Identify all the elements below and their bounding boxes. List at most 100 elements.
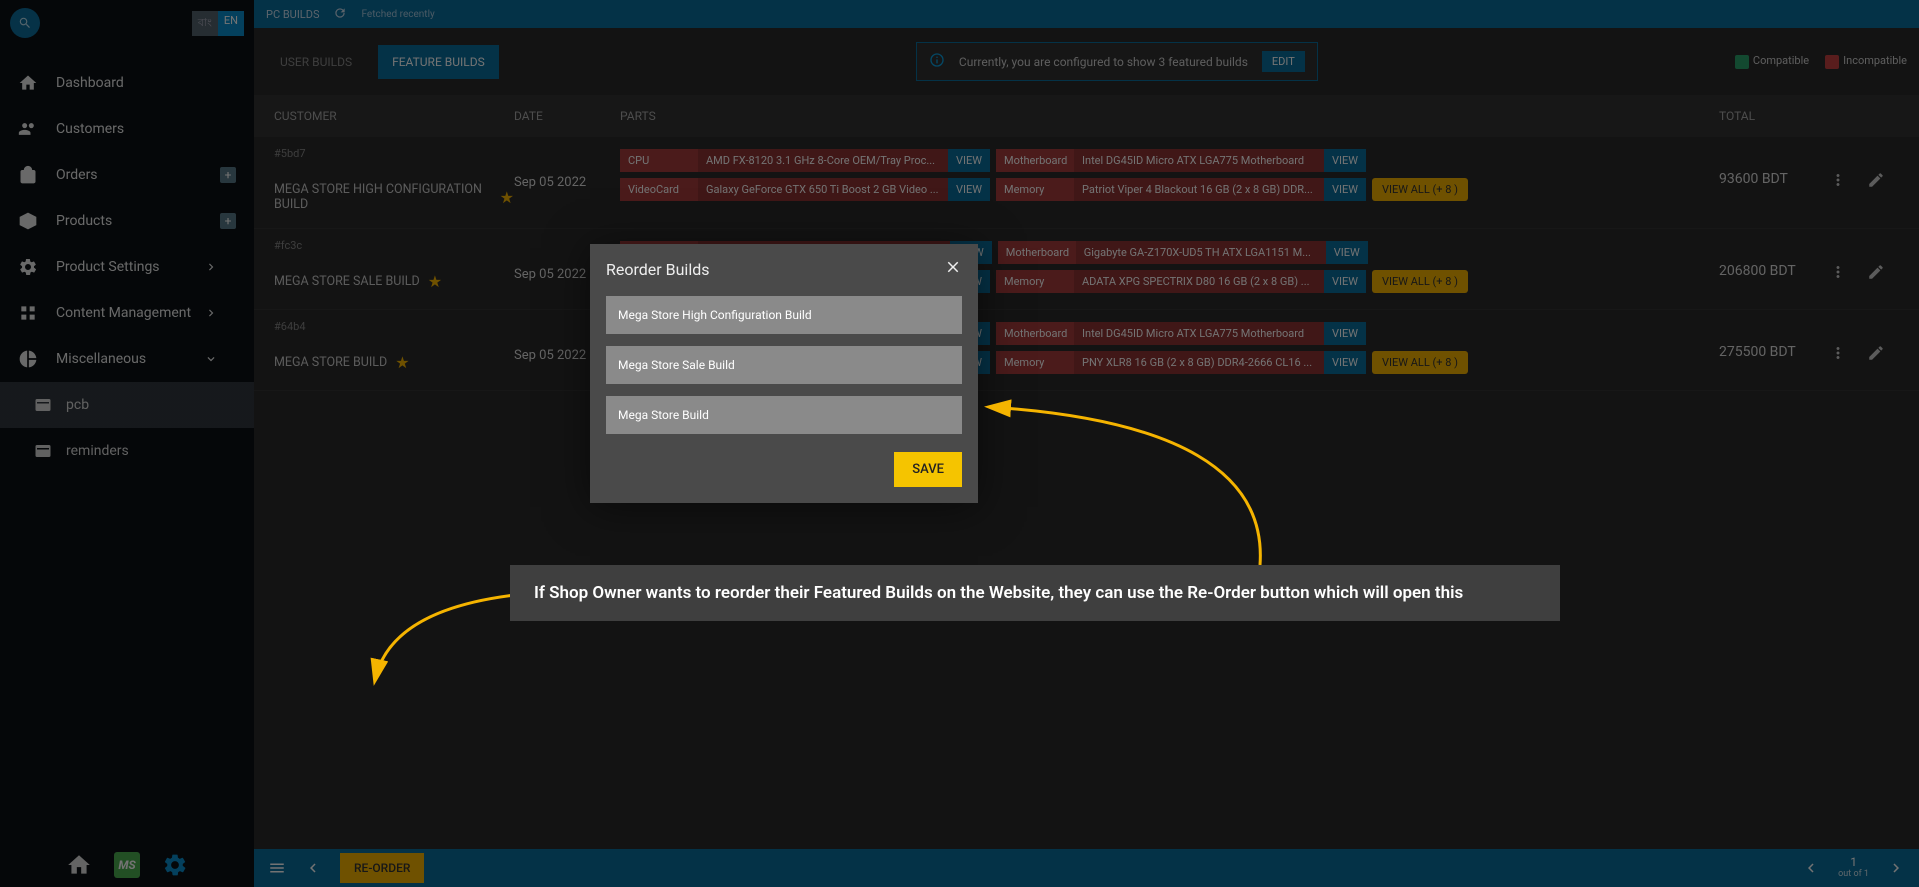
page-title: PC BUILDS: [266, 8, 319, 21]
nav-customers[interactable]: Customers: [0, 106, 254, 152]
reorder-item[interactable]: Mega Store High Configuration Build: [606, 296, 962, 334]
part-view-button[interactable]: VIEW: [1324, 322, 1366, 345]
add-product-icon[interactable]: +: [220, 213, 236, 229]
page-prev-icon[interactable]: [1802, 859, 1820, 877]
build-total: 93600 BDT: [1719, 147, 1829, 187]
nav-orders[interactable]: Orders +: [0, 152, 254, 198]
table-row: #5bd7 MEGA STORE HIGH CONFIGURATION BUIL…: [254, 137, 1919, 229]
view-all-button[interactable]: VIEW ALL (+ 8 ): [1372, 178, 1468, 201]
card-icon: [34, 396, 52, 414]
part-pill: Memory PNY XLR8 16 GB (2 x 8 GB) DDR4-26…: [996, 351, 1366, 374]
nav-dashboard[interactable]: Dashboard: [0, 60, 254, 106]
bottom-bar: RE-ORDER 1 out of 1: [254, 849, 1919, 887]
sidebar: বাং EN Dashboard Customers Orders + Prod…: [0, 0, 254, 887]
edit-icon[interactable]: [1867, 171, 1885, 189]
table-header: CUSTOMER DATE PARTS TOTAL: [254, 95, 1919, 137]
part-view-button[interactable]: VIEW: [1324, 351, 1366, 374]
chevron-right-icon: [204, 306, 218, 320]
page-indicator: 1 out of 1: [1838, 856, 1869, 879]
subnav-label: reminders: [66, 443, 129, 459]
more-icon[interactable]: [1829, 263, 1847, 281]
modal-close-button[interactable]: [944, 258, 962, 280]
card-icon: [34, 442, 52, 460]
part-pill: Memory ADATA XPG SPECTRIX D80 16 GB (2 x…: [996, 270, 1366, 293]
part-value: ADATA XPG SPECTRIX D80 16 GB (2 x 8 GB) …: [1074, 270, 1324, 293]
part-pill: Motherboard Intel DG45ID Micro ATX LGA77…: [996, 149, 1366, 172]
part-type: Memory: [996, 351, 1074, 374]
build-date: Sep 05 2022: [514, 147, 614, 190]
reorder-button[interactable]: RE-ORDER: [340, 853, 424, 883]
part-value: PNY XLR8 16 GB (2 x 8 GB) DDR4-2666 CL16…: [1074, 351, 1324, 374]
compatibility-legend: Compatible Incompatible: [1735, 54, 1907, 68]
annotation-text: If Shop Owner wants to reorder their Fea…: [510, 565, 1560, 621]
view-all-button[interactable]: VIEW ALL (+ 8 ): [1372, 270, 1468, 293]
save-button[interactable]: SAVE: [894, 452, 962, 487]
main-content: PC BUILDS Fetched recently USER BUILDS F…: [254, 0, 1919, 887]
nav-miscellaneous[interactable]: Miscellaneous: [0, 336, 254, 382]
table-row: #fc3c MEGA STORE SALE BUILD ★Sep 05 2022…: [254, 229, 1919, 310]
home-icon: [18, 73, 38, 93]
more-icon[interactable]: [1829, 171, 1847, 189]
part-view-button[interactable]: VIEW: [1326, 241, 1368, 264]
reorder-item[interactable]: Mega Store Build: [606, 396, 962, 434]
nav-content-management[interactable]: Content Management: [0, 290, 254, 336]
part-type: Motherboard: [998, 241, 1076, 264]
part-pill: VideoCard Galaxy GeForce GTX 650 Ti Boos…: [620, 178, 990, 201]
view-all-button[interactable]: VIEW ALL (+ 8 ): [1372, 351, 1468, 374]
part-value: AMD FX-8120 3.1 GHz 8-Core OEM/Tray Proc…: [698, 149, 948, 172]
compatible-swatch-icon: [1735, 55, 1749, 69]
nav-label: Products: [56, 213, 112, 229]
info-icon: [929, 52, 945, 71]
close-icon: [944, 258, 962, 276]
tab-user-builds[interactable]: USER BUILDS: [266, 45, 366, 79]
search-icon: [18, 16, 32, 30]
chevron-right-icon: [204, 260, 218, 274]
subnav-reminders[interactable]: reminders: [0, 428, 254, 474]
subnav-label: pcb: [66, 397, 89, 413]
part-type: Memory: [996, 178, 1074, 201]
nav-products[interactable]: Products +: [0, 198, 254, 244]
part-pill: Motherboard Gigabyte GA-Z170X-UD5 TH ATX…: [998, 241, 1368, 264]
subnav-pcb[interactable]: pcb: [0, 382, 254, 428]
notice-text: Currently, you are configured to show 3 …: [959, 55, 1248, 69]
nav-label: Dashboard: [56, 75, 124, 91]
lang-bn[interactable]: বাং: [192, 11, 218, 36]
edit-icon[interactable]: [1867, 263, 1885, 281]
modal-title: Reorder Builds: [606, 260, 710, 279]
edit-icon[interactable]: [1867, 344, 1885, 362]
gear-icon: [18, 257, 38, 277]
menu-icon[interactable]: [268, 859, 286, 877]
col-parts: PARTS: [614, 109, 1719, 123]
page-next-icon[interactable]: [1887, 859, 1905, 877]
edit-config-button[interactable]: EDIT: [1262, 51, 1305, 72]
part-view-button[interactable]: VIEW: [948, 178, 990, 201]
star-icon: ★: [500, 188, 514, 207]
part-pill: Memory Patriot Viper 4 Blackout 16 GB (2…: [996, 178, 1366, 201]
more-icon[interactable]: [1829, 344, 1847, 362]
nav-label: Miscellaneous: [56, 351, 146, 367]
search-button[interactable]: [10, 8, 40, 38]
part-type: Motherboard: [996, 322, 1074, 345]
settings-bottom-icon[interactable]: [162, 852, 188, 878]
part-view-button[interactable]: VIEW: [1324, 149, 1366, 172]
ms-logo-icon[interactable]: MS: [114, 852, 140, 878]
reorder-item[interactable]: Mega Store Sale Build: [606, 346, 962, 384]
refresh-button[interactable]: [333, 6, 347, 23]
language-toggle[interactable]: বাং EN: [192, 11, 244, 36]
build-hash: #5bd7: [274, 147, 514, 160]
back-icon[interactable]: [304, 859, 322, 877]
add-order-icon[interactable]: +: [220, 167, 236, 183]
tab-feature-builds[interactable]: FEATURE BUILDS: [378, 45, 499, 79]
part-view-button[interactable]: VIEW: [1324, 178, 1366, 201]
nav-product-settings[interactable]: Product Settings: [0, 244, 254, 290]
chevron-down-icon: [204, 352, 218, 366]
part-view-button[interactable]: VIEW: [1324, 270, 1366, 293]
topbar: PC BUILDS Fetched recently: [254, 0, 1919, 28]
part-value: Intel DG45ID Micro ATX LGA775 Motherboar…: [1074, 322, 1324, 345]
lang-en[interactable]: EN: [218, 11, 244, 36]
col-total: TOTAL: [1719, 109, 1829, 123]
part-view-button[interactable]: VIEW: [948, 149, 990, 172]
col-date: DATE: [514, 109, 614, 123]
home-bottom-icon[interactable]: [66, 852, 92, 878]
part-value: Intel DG45ID Micro ATX LGA775 Motherboar…: [1074, 149, 1324, 172]
